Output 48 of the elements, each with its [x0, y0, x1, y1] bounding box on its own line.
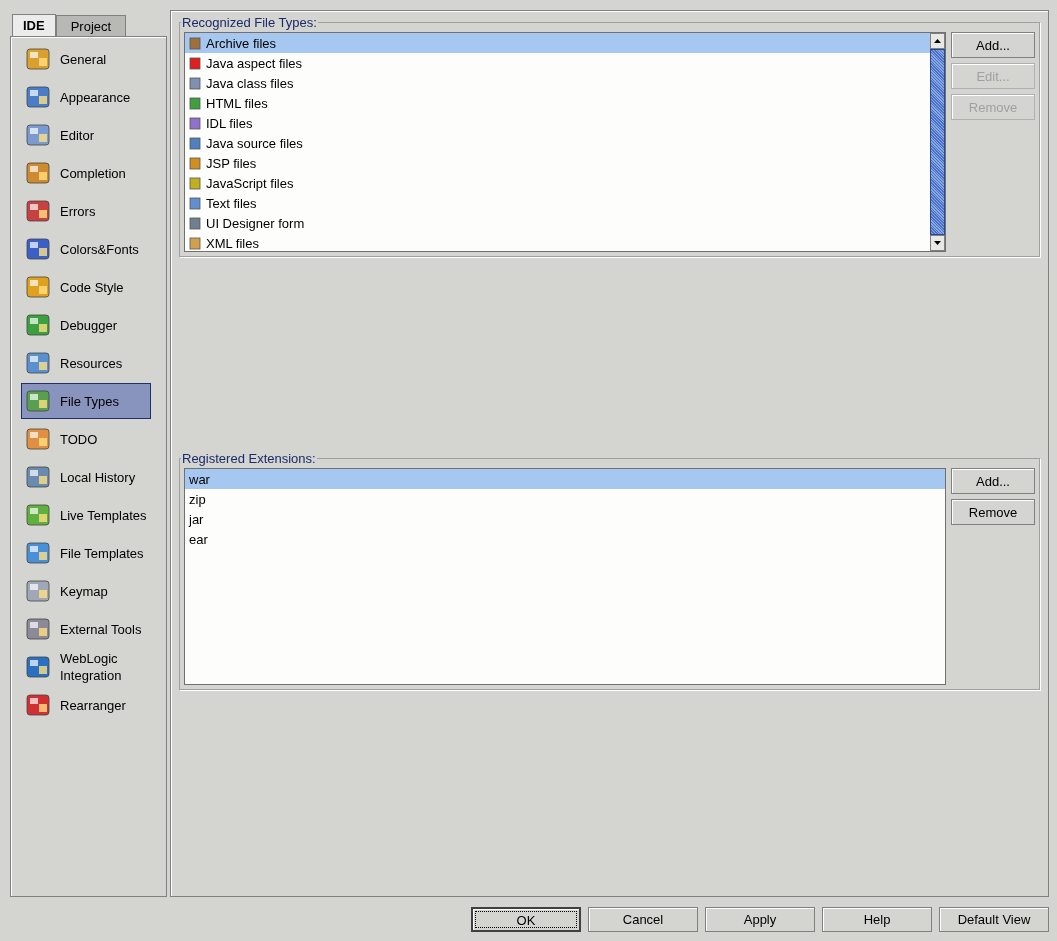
scrollbar[interactable]	[930, 33, 945, 251]
sidebar-item[interactable]: File Templates	[21, 535, 151, 571]
group-title: Recognized File Types:	[181, 15, 318, 30]
tab[interactable]: Project	[55, 15, 127, 36]
sidebar-item[interactable]: File Types	[21, 383, 151, 419]
extension-item[interactable]: ear	[185, 529, 945, 549]
side-button[interactable]: Remove	[951, 499, 1035, 525]
file-type-item[interactable]: Java source files	[185, 133, 930, 153]
sidebar-item[interactable]: Appearance	[21, 79, 151, 115]
dialog-button[interactable]: Help	[822, 907, 932, 932]
file-type-item[interactable]: Java aspect files	[185, 53, 930, 73]
dialog-button[interactable]: Apply	[705, 907, 815, 932]
file-type-item[interactable]: UI Designer form	[185, 213, 930, 233]
group-title: Registered Extensions:	[181, 451, 317, 466]
sidebar-item[interactable]: Rearranger	[21, 687, 151, 723]
side-button[interactable]: Add...	[951, 468, 1035, 494]
sidebar-item[interactable]: Editor	[21, 117, 151, 153]
sidebar-item[interactable]: Local History	[21, 459, 151, 495]
side-button[interactable]: Add...	[951, 32, 1035, 58]
sidebar-item[interactable]: Completion	[21, 155, 151, 191]
sidebar-item[interactable]: Live Templates	[21, 497, 151, 533]
extension-item[interactable]: zip	[185, 489, 945, 509]
file-type-item[interactable]: IDL files	[185, 113, 930, 133]
tab[interactable]: IDE	[12, 14, 56, 36]
file-type-item[interactable]: JSP files	[185, 153, 930, 173]
sidebar-item[interactable]: Colors&Fonts	[21, 231, 151, 267]
caret-down-icon[interactable]	[934, 241, 941, 245]
dialog-button[interactable]: Default View	[939, 907, 1049, 932]
file-type-item[interactable]: Text files	[185, 193, 930, 213]
sidebar-item[interactable]: TODO	[21, 421, 151, 457]
sidebar-item[interactable]: Resources	[21, 345, 151, 381]
file-type-item[interactable]: JavaScript files	[185, 173, 930, 193]
file-type-item[interactable]: XML files	[185, 233, 930, 253]
sidebar-item[interactable]: Errors	[21, 193, 151, 229]
file-type-item[interactable]: Archive files	[185, 33, 930, 53]
file-type-item[interactable]: HTML files	[185, 93, 930, 113]
dialog-button[interactable]: OK	[471, 907, 581, 932]
extension-item[interactable]: jar	[185, 509, 945, 529]
caret-up-icon[interactable]	[934, 39, 941, 43]
sidebar-item[interactable]: Keymap	[21, 573, 151, 609]
extension-item[interactable]: war	[185, 469, 945, 489]
dialog-button[interactable]: Cancel	[588, 907, 698, 932]
sidebar-item[interactable]: Code Style	[21, 269, 151, 305]
sidebar-item[interactable]: WebLogic Integration	[21, 649, 151, 685]
sidebar-item[interactable]: External Tools	[21, 611, 151, 647]
sidebar-item[interactable]: Debugger	[21, 307, 151, 343]
sidebar-item[interactable]: General	[21, 41, 151, 77]
file-type-item[interactable]: Java class files	[185, 73, 930, 93]
